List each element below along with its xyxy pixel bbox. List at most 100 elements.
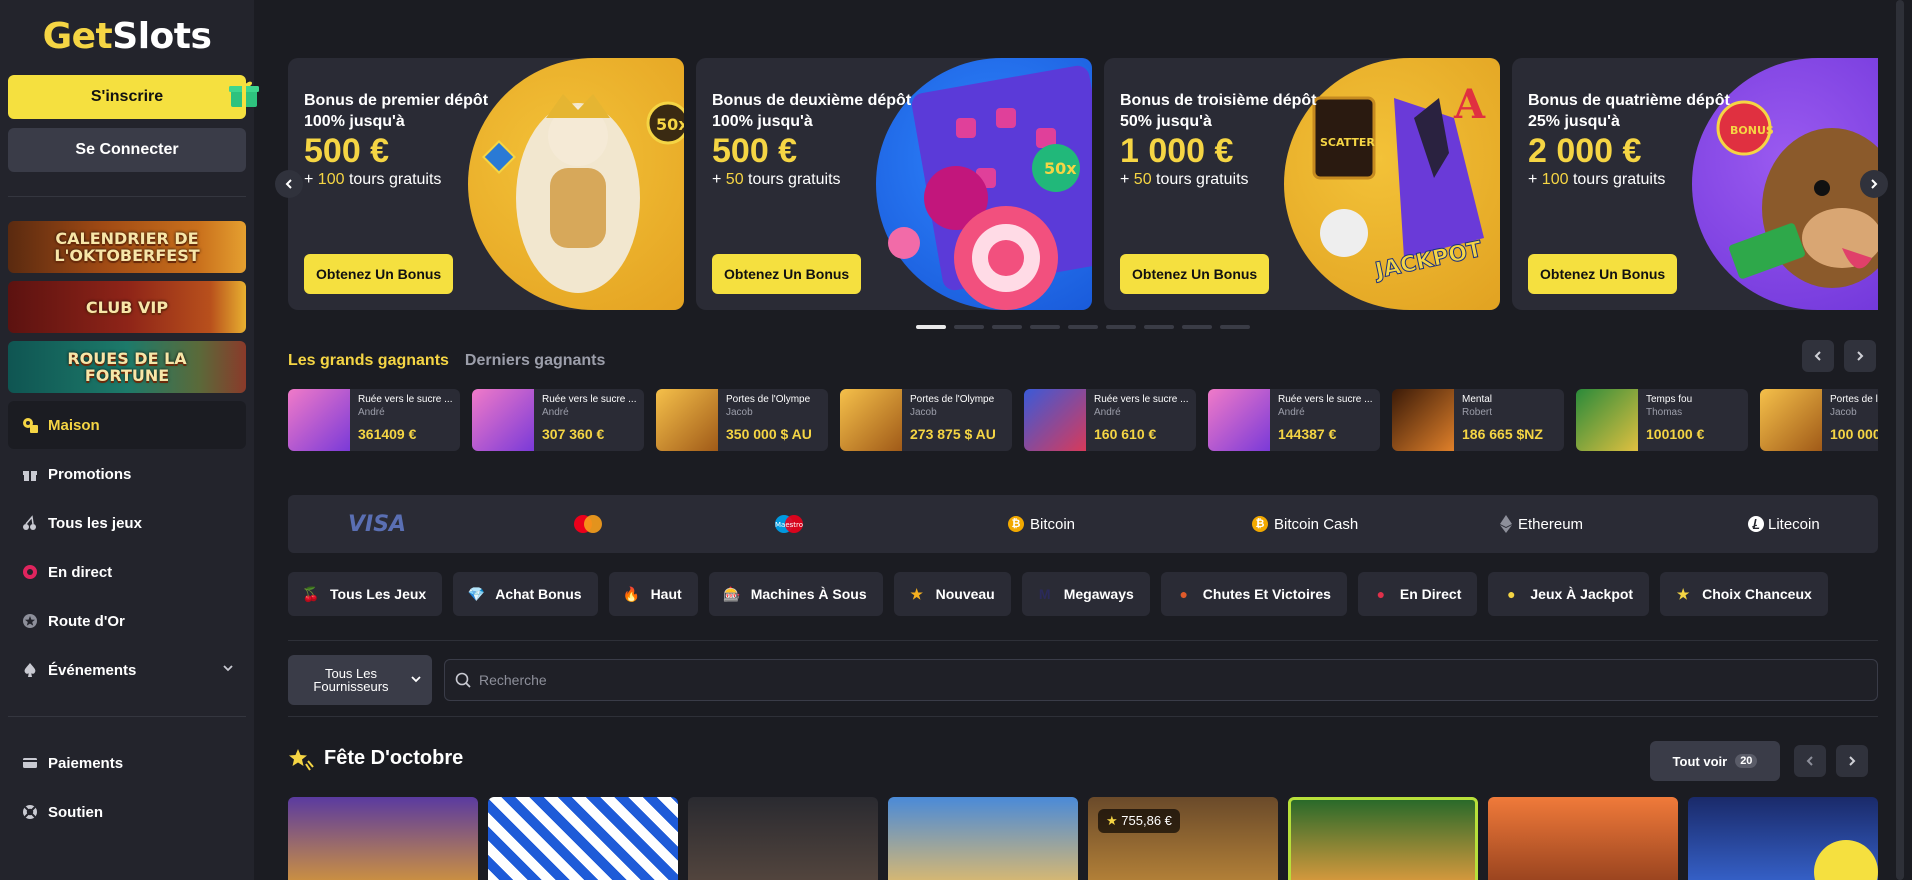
category-chip[interactable]: ● Chutes Et Victoires	[1160, 572, 1347, 616]
get-bonus-button[interactable]: Obtenez Un Bonus	[1120, 254, 1270, 294]
bonus-card[interactable]: 50x Bonus de premier dépôt 100% jusqu'à …	[288, 58, 684, 310]
section-next-button[interactable]	[1836, 745, 1868, 777]
sidebar-item-golden-road[interactable]: Route d'Or	[8, 597, 246, 645]
winner-amount: 144387 €	[1278, 426, 1337, 442]
bonus-card[interactable]: 50x Bonus de deuxième dépôt 100% jusqu'à…	[696, 58, 1092, 310]
winner-user-name: André	[542, 407, 569, 418]
sparkle-star-icon: ★	[1676, 585, 1690, 602]
scrollbar-thumb[interactable]	[1896, 0, 1904, 880]
game-thumbnail	[656, 389, 718, 451]
category-chip[interactable]: 🎰 Machines À Sous	[708, 572, 883, 616]
vip-club-banner[interactable]: CLUB VIP	[8, 281, 246, 333]
carousel-next-button[interactable]	[1860, 170, 1888, 198]
signup-button[interactable]: S'inscrire	[8, 75, 259, 119]
sidebar-item-events[interactable]: Événements	[8, 646, 246, 694]
category-chip[interactable]: ★ Choix Chanceux	[1660, 572, 1828, 616]
live-icon	[20, 562, 40, 582]
wheels-of-fortune-banner[interactable]: ROUES DE LA FORTUNE	[8, 341, 246, 393]
winners-list: Ruée vers le sucre ... André 361409 € Ruée …	[288, 389, 1878, 451]
winner-card[interactable]: Temps fou Thomas 100100 €	[1576, 389, 1748, 451]
sidebar-item-all-games[interactable]: Tous les jeux	[8, 499, 246, 547]
search-icon	[455, 672, 471, 688]
winner-game-name: Portes de l'Olympe	[726, 394, 811, 405]
scrollbar[interactable]	[1888, 0, 1912, 880]
sidebar-item-promotions[interactable]: Promotions	[8, 450, 246, 498]
game-tile[interactable]	[488, 797, 678, 880]
game-tile[interactable]	[1488, 797, 1678, 880]
game-tile[interactable]	[688, 797, 878, 880]
category-chip[interactable]: ● Jeux À Jackpot	[1488, 572, 1650, 616]
category-label: Machines À Sous	[750, 586, 867, 602]
winner-card[interactable]: Ruée vers le sucre ... André 144387 €	[1208, 389, 1380, 451]
sidebar-item-home[interactable]: Maison	[8, 401, 246, 449]
game-tile[interactable]: ★ 755,86 €	[1088, 797, 1278, 880]
login-button[interactable]: Se Connecter	[8, 128, 246, 172]
winner-card[interactable]: Ruée vers le sucre ... André 160 610 €	[1024, 389, 1196, 451]
spade-icon	[20, 660, 40, 680]
tab-latest-winners[interactable]: Derniers gagnants	[465, 352, 605, 370]
winner-game-name: Temps fou	[1646, 394, 1693, 405]
game-tile[interactable]	[288, 797, 478, 880]
winner-card[interactable]: Ruée vers le sucre ... André 361409 €	[288, 389, 460, 451]
logo-part-2: Slots	[112, 15, 212, 57]
carousel-dot[interactable]	[1068, 325, 1098, 329]
winner-card[interactable]: Mental Robert 186 665 $NZ	[1392, 389, 1564, 451]
banner-label: ROUES DE LA FORTUNE	[67, 349, 187, 385]
carousel-dot[interactable]	[992, 325, 1022, 329]
mastercard-logo	[572, 495, 604, 553]
svg-text:Maestro: Maestro	[775, 521, 803, 529]
bonus-title: Bonus de troisième dépôt 50% jusqu'à	[1120, 92, 1317, 130]
sidebar-item-label: Maison	[48, 416, 100, 434]
winner-card[interactable]: Portes de l'Olympe Jacob 273 875 $ AU	[840, 389, 1012, 451]
get-bonus-button[interactable]: Obtenez Un Bonus	[712, 254, 862, 294]
category-chip[interactable]: ★ Nouveau	[893, 572, 1011, 616]
sidebar-item-payments[interactable]: Paiements	[8, 739, 246, 787]
bonus-card[interactable]: BONUS Bonus de quatrième dépôt 25% jusqu…	[1512, 58, 1878, 310]
carousel-dot[interactable]	[1030, 325, 1060, 329]
winner-amount: 186 665 $NZ	[1462, 426, 1543, 442]
bitcoin-method: ₿ Bitcoin	[1008, 495, 1075, 553]
providers-dropdown[interactable]: Tous Les Fournisseurs	[288, 655, 432, 705]
coin-icon: ●	[1507, 586, 1516, 602]
category-chip[interactable]: 💎 Achat Bonus	[453, 572, 598, 616]
category-chip[interactable]: ● En Direct	[1357, 572, 1478, 616]
game-tile[interactable]	[888, 797, 1078, 880]
sidebar-nav: Maison Promotions Tous les jeux En direc…	[8, 401, 246, 694]
section-prev-button[interactable]	[1794, 745, 1826, 777]
oktoberfest-calendar-banner[interactable]: CALENDRIER DE L'OKTOBERFEST	[8, 221, 246, 273]
carousel-dot[interactable]	[1144, 325, 1174, 329]
bonus-card[interactable]: SCATTER JACKPOT A Bonus de troisième dép…	[1104, 58, 1500, 310]
payment-methods: VISA Maestro ₿ Bitcoin ₿ Bitcoin Cash Ethe…	[288, 495, 1878, 553]
see-all-button[interactable]: Tout voir 20	[1650, 741, 1780, 781]
sidebar-item-support[interactable]: Soutien	[8, 788, 246, 836]
carousel-dot[interactable]	[916, 325, 946, 329]
winner-card[interactable]: Portes de l'Olympe Jacob 350 000 $ AU	[656, 389, 828, 451]
carousel-dot[interactable]	[954, 325, 984, 329]
tab-big-winners[interactable]: Les grands gagnants	[288, 352, 449, 370]
winner-card[interactable]: Portes de l'Olympe Jacob 100 000 $ AU	[1760, 389, 1878, 451]
game-tile[interactable]	[1288, 797, 1478, 880]
category-chip[interactable]: M Megaways	[1021, 572, 1150, 616]
search-input[interactable]	[479, 672, 1679, 688]
sidebar-item-label: Événements	[48, 661, 137, 679]
winners-next-button[interactable]	[1844, 340, 1876, 372]
carousel-dot[interactable]	[1106, 325, 1136, 329]
winners-prev-button[interactable]	[1802, 340, 1834, 372]
star-icon: ★	[1106, 813, 1118, 828]
bonus-title: Bonus de deuxième dépôt 100% jusqu'à	[712, 92, 912, 130]
get-bonus-button[interactable]: Obtenez Un Bonus	[304, 254, 454, 294]
get-bonus-button[interactable]: Obtenez Un Bonus	[1528, 254, 1678, 294]
sidebar-item-live[interactable]: En direct	[8, 548, 246, 596]
category-chip[interactable]: 🔥 Haut	[608, 572, 698, 616]
logo[interactable]: Get Slots	[8, 0, 246, 72]
carousel-dot[interactable]	[1220, 325, 1250, 329]
chevron-down-icon[interactable]	[222, 662, 234, 674]
carousel-prev-button[interactable]	[275, 170, 303, 198]
winner-card[interactable]: Ruée vers le sucre ... André 307 360 €	[472, 389, 644, 451]
carousel-dot[interactable]	[1182, 325, 1212, 329]
section-header: Fête D'octobre	[288, 745, 463, 771]
category-chip[interactable]: 🍒 Tous Les Jeux	[288, 572, 443, 616]
bonus-free-spins: + 100 tours gratuits	[304, 171, 442, 188]
category-filters: 🍒 Tous Les Jeux 💎 Achat Bonus 🔥 Haut 🎰 Machines…	[288, 572, 1828, 616]
live-dot-icon: ●	[1376, 586, 1386, 602]
